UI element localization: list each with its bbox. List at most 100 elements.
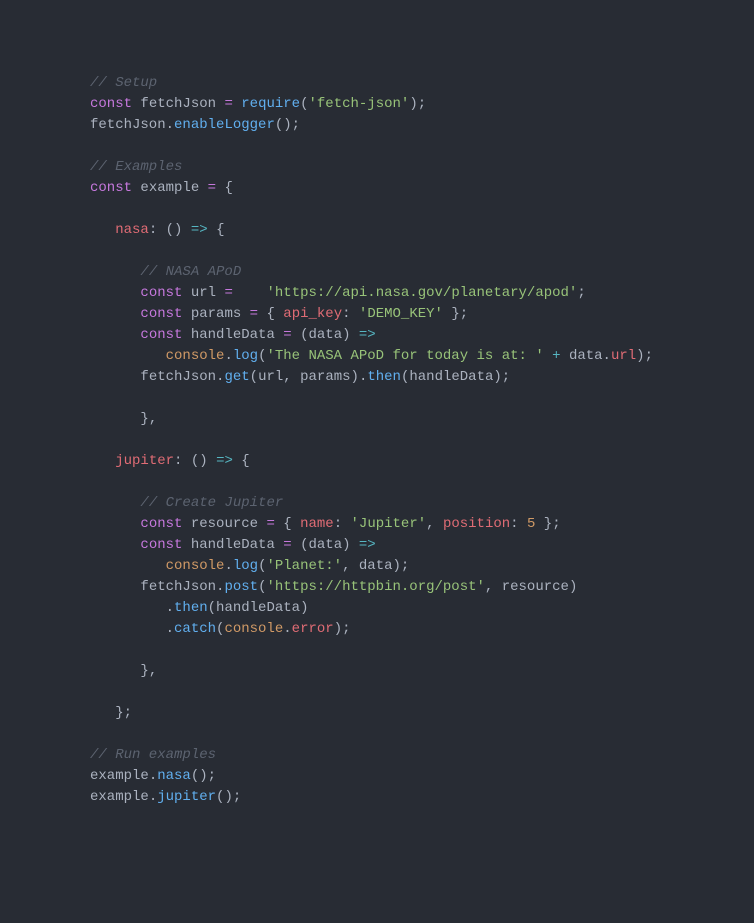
key-jupiter: jupiter [115, 453, 174, 469]
pun: , [149, 663, 157, 679]
pun: ) [199, 768, 207, 784]
pun: ) [351, 369, 359, 385]
pun: ; [292, 117, 300, 133]
var-resource: resource [502, 579, 569, 595]
pun: { [241, 453, 249, 469]
pun: ( [166, 222, 174, 238]
var-data: data [308, 537, 342, 553]
fn-log: log [233, 558, 258, 574]
pun: . [149, 768, 157, 784]
obj-console: console [166, 348, 225, 364]
pun: { [283, 516, 291, 532]
fn-then: then [174, 600, 208, 616]
op-arrow: => [216, 453, 233, 469]
comment-examples: // Examples [90, 159, 182, 175]
pun: , [149, 411, 157, 427]
kw-const: const [140, 285, 182, 301]
var-data: data [308, 327, 342, 343]
pun: { [216, 222, 224, 238]
pun: , [485, 579, 493, 595]
str-fetchjson: 'fetch-json' [308, 96, 409, 112]
pun: } [140, 411, 148, 427]
fn-nasa: nasa [157, 768, 191, 784]
pun: ( [275, 117, 283, 133]
pun: ) [334, 621, 342, 637]
pun: ) [569, 579, 577, 595]
var-fetchjson: fetchJson [140, 96, 216, 112]
kw-const: const [90, 96, 132, 112]
pun: , [426, 516, 434, 532]
key-name: name [300, 516, 334, 532]
key-apikey: api_key [283, 306, 342, 322]
key-position: position [443, 516, 510, 532]
str-jupiter: 'Jupiter' [351, 516, 427, 532]
pun: ; [208, 768, 216, 784]
var-fetchjson: fetchJson [90, 117, 166, 133]
pun: ; [460, 306, 468, 322]
op-eq: = [283, 327, 291, 343]
fn-post: post [224, 579, 258, 595]
code-block: // Setup const fetchJson = require('fetc… [90, 73, 754, 808]
var-resource: resource [191, 516, 258, 532]
op-eq: = [266, 516, 274, 532]
pun: ) [174, 222, 182, 238]
var-params: params [191, 306, 241, 322]
pun: . [149, 789, 157, 805]
var-data: data [359, 558, 393, 574]
str-httpbin: 'https://httpbin.org/post' [266, 579, 484, 595]
pun: ( [191, 768, 199, 784]
fn-get: get [224, 369, 249, 385]
pun: : [334, 516, 342, 532]
pun: ) [199, 453, 207, 469]
fn-then: then [367, 369, 401, 385]
pun: . [603, 348, 611, 364]
str-apodmsg: 'The NASA APoD for today is at: ' [266, 348, 543, 364]
pun: } [140, 663, 148, 679]
pun: ; [577, 285, 585, 301]
key-nasa: nasa [115, 222, 149, 238]
op-plus: + [552, 348, 560, 364]
pun: ; [124, 705, 132, 721]
var-handledata: handleData [191, 537, 275, 553]
pun: } [115, 705, 123, 721]
pun: ; [645, 348, 653, 364]
pun: ) [393, 558, 401, 574]
str-demokey: 'DEMO_KEY' [359, 306, 443, 322]
var-handledata: handleData [216, 600, 300, 616]
pun: . [166, 117, 174, 133]
var-handledata: handleData [409, 369, 493, 385]
op-eq: = [224, 285, 232, 301]
fn-log: log [233, 348, 258, 364]
pun: ; [233, 789, 241, 805]
op-eq: = [283, 537, 291, 553]
pun: ) [342, 327, 350, 343]
pun: ) [224, 789, 232, 805]
obj-console: console [166, 558, 225, 574]
pun: : [342, 306, 350, 322]
pun: : [510, 516, 518, 532]
pun: { [224, 180, 232, 196]
var-handledata: handleData [191, 327, 275, 343]
pun: ) [636, 348, 644, 364]
var-fetchjson: fetchJson [140, 369, 216, 385]
kw-const: const [90, 180, 132, 196]
obj-console: console [224, 621, 283, 637]
num-five: 5 [527, 516, 535, 532]
pun: . [166, 621, 174, 637]
kw-const: const [140, 306, 182, 322]
pun: { [266, 306, 274, 322]
kw-const: const [140, 516, 182, 532]
var-example: example [90, 789, 149, 805]
pun: ) [409, 96, 417, 112]
comment-setup: // Setup [90, 75, 157, 91]
comment-run: // Run examples [90, 747, 216, 763]
var-params: params [300, 369, 350, 385]
pun: : [149, 222, 157, 238]
kw-const: const [140, 327, 182, 343]
var-url: url [191, 285, 216, 301]
fn-jupiter: jupiter [157, 789, 216, 805]
comment-jupiter: // Create Jupiter [140, 495, 283, 511]
comment-nasa: // NASA APoD [140, 264, 241, 280]
var-fetchjson: fetchJson [140, 579, 216, 595]
pun: ) [342, 537, 350, 553]
